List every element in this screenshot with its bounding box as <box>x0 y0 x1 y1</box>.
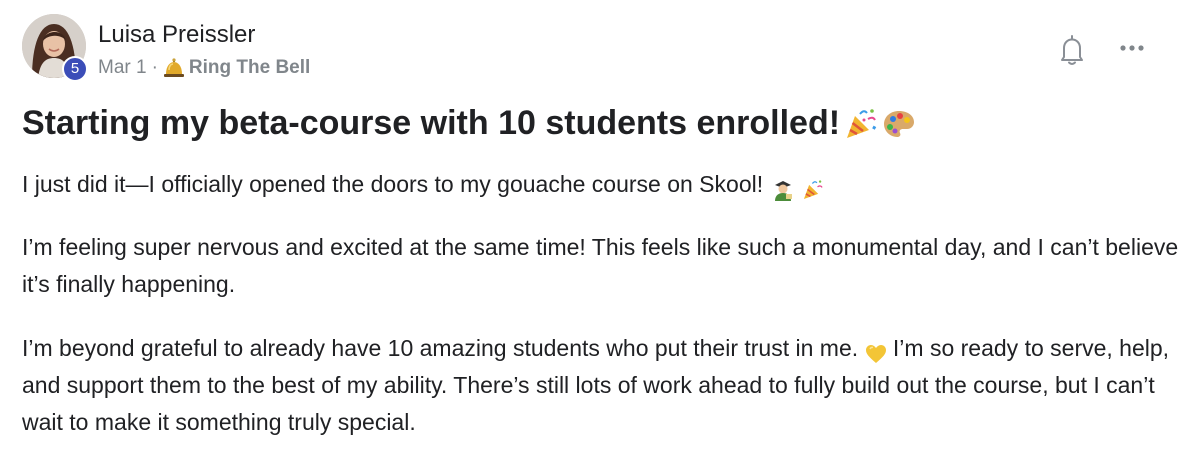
bellhop-bell-icon <box>163 58 185 78</box>
post-date[interactable]: Mar 1 <box>98 57 147 79</box>
yellow-heart-icon <box>865 339 887 363</box>
post-paragraph-3: I’m beyond grateful to already have 10 a… <box>22 330 1182 441</box>
bell-outline-icon <box>1061 35 1083 65</box>
post-title: Starting my beta-course with 10 students… <box>22 104 916 143</box>
artist-person-icon <box>772 175 794 201</box>
post-card: 5 Luisa Preissler Mar 1 · Ring The Bell <box>0 0 1200 467</box>
party-popper-icon <box>844 107 878 141</box>
meta-separator: · <box>151 57 158 78</box>
post-title-text: Starting my beta-course with 10 students… <box>22 104 841 142</box>
category-link[interactable]: Ring The Bell <box>189 57 310 79</box>
more-options-button[interactable] <box>1117 38 1147 58</box>
post-meta: Mar 1 · Ring The Bell <box>98 57 310 79</box>
author-name[interactable]: Luisa Preissler <box>98 21 255 49</box>
paragraph-1-text: I just did it—I officially opened the do… <box>22 171 764 197</box>
notify-button[interactable] <box>1058 33 1086 67</box>
artist-palette-icon <box>882 107 916 141</box>
paragraph-3-text-before: I’m beyond grateful to already have 10 a… <box>22 335 859 361</box>
more-horizontal-icon <box>1120 45 1144 51</box>
post-paragraph-1: I just did it—I officially opened the do… <box>22 166 1182 203</box>
party-popper-icon <box>802 175 824 199</box>
author-avatar-group[interactable]: 5 <box>22 14 88 82</box>
level-badge: 5 <box>62 56 88 82</box>
post-paragraph-2: I’m feeling super nervous and excited at… <box>22 234 1179 297</box>
